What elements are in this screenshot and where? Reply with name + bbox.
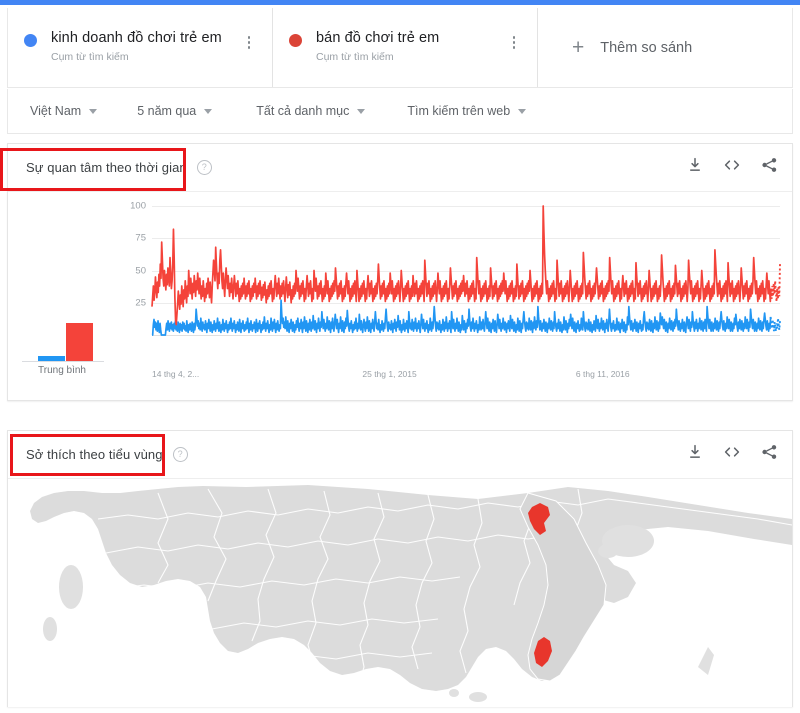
region-panel-actions — [687, 444, 778, 465]
average-bar-series-1 — [38, 356, 65, 361]
search-term-type-1: Cụm từ tìm kiếm — [51, 51, 129, 63]
help-icon[interactable]: ? — [172, 447, 188, 462]
average-bar-chart: Trung bình — [8, 192, 116, 401]
filter-bar: Việt Nam 5 năm qua Tất cả danh mục Tìm k… — [7, 89, 793, 134]
filter-category-label: Tất cả danh mục — [256, 104, 350, 118]
average-baseline — [22, 361, 104, 362]
x-axis-tick-1: 25 thg 1, 2015 — [362, 369, 417, 379]
search-term-label-1: kinh doanh đồ chơi trẻ em — [51, 30, 222, 46]
map-graphic — [30, 485, 792, 702]
embed-code-icon[interactable] — [723, 444, 741, 465]
share-icon[interactable] — [761, 157, 778, 178]
download-icon[interactable] — [687, 157, 703, 178]
interest-chart-body: Trung bình 25 50 75 100 14 thg 4, 2... 25 th… — [8, 192, 792, 401]
region-panel-header: Sở thích theo tiểu vùng ? — [8, 431, 792, 479]
x-axis-tick-2: 6 thg 11, 2016 — [575, 369, 630, 379]
interest-by-subregion-panel: Sở thích theo tiểu vùng ? — [7, 430, 793, 707]
add-comparison-label: Thêm so sánh — [600, 39, 693, 56]
search-term-type-2: Cụm từ tìm kiếm — [316, 51, 394, 63]
chevron-down-icon — [89, 108, 98, 114]
chevron-down-icon — [204, 108, 213, 114]
interest-over-time-panel: Sự quan tâm theo thời gian ? Trung bình … — [7, 143, 793, 401]
interest-panel-actions — [687, 157, 778, 178]
chevron-down-icon — [357, 108, 366, 114]
average-bar-series-2 — [66, 322, 93, 361]
search-terms-row: kinh doanh đồ chơi trẻ em Cụm từ tìm kiế… — [7, 8, 793, 88]
time-series-plot[interactable]: 25 50 75 100 14 thg 4, 2... 25 thg 1, 2015 6 … — [116, 192, 792, 401]
interest-panel-title: Sự quan tâm theo thời gian — [26, 160, 187, 175]
help-icon[interactable]: ? — [196, 160, 212, 175]
embed-code-icon[interactable] — [723, 157, 741, 178]
chevron-down-icon — [518, 108, 527, 114]
filter-search-type[interactable]: Tìm kiếm trên web — [407, 104, 527, 118]
map-land-shapes — [30, 485, 792, 691]
time-series-lines — [151, 205, 781, 336]
kebab-menu-icon[interactable] — [242, 36, 256, 49]
app-top-bar — [0, 0, 800, 5]
filter-category[interactable]: Tất cả danh mục — [256, 104, 366, 118]
series-line-partial — [770, 264, 781, 302]
download-icon[interactable] — [687, 444, 703, 465]
series-line — [151, 299, 772, 336]
region-panel-title: Sở thích theo tiểu vùng — [26, 447, 163, 462]
filter-location-label: Việt Nam — [30, 104, 82, 118]
filter-time-range[interactable]: 5 năm qua — [137, 104, 213, 118]
subregion-map[interactable] — [8, 479, 792, 707]
series-line-partial — [769, 316, 781, 332]
share-icon[interactable] — [761, 444, 778, 465]
plus-icon: + — [572, 36, 585, 59]
kebab-menu-icon[interactable] — [507, 36, 521, 49]
interest-panel-header: Sự quan tâm theo thời gian ? — [8, 144, 792, 192]
filter-time-range-label: 5 năm qua — [137, 104, 197, 118]
series-color-dot-red — [289, 34, 302, 47]
x-axis-tick-0: 14 thg 4, 2... — [152, 369, 200, 379]
add-comparison-button[interactable]: + Thêm so sánh — [538, 8, 792, 87]
search-term-label-2: bán đồ chơi trẻ em — [316, 30, 440, 46]
filter-search-type-label: Tìm kiếm trên web — [407, 104, 511, 118]
series-color-dot-blue — [24, 34, 37, 47]
search-term-card-1[interactable]: kinh doanh đồ chơi trẻ em Cụm từ tìm kiế… — [8, 8, 273, 87]
filter-location[interactable]: Việt Nam — [30, 104, 98, 118]
search-term-card-2[interactable]: bán đồ chơi trẻ em Cụm từ tìm kiếm — [273, 8, 538, 87]
series-line — [151, 205, 772, 326]
average-label: Trung bình — [38, 365, 86, 376]
